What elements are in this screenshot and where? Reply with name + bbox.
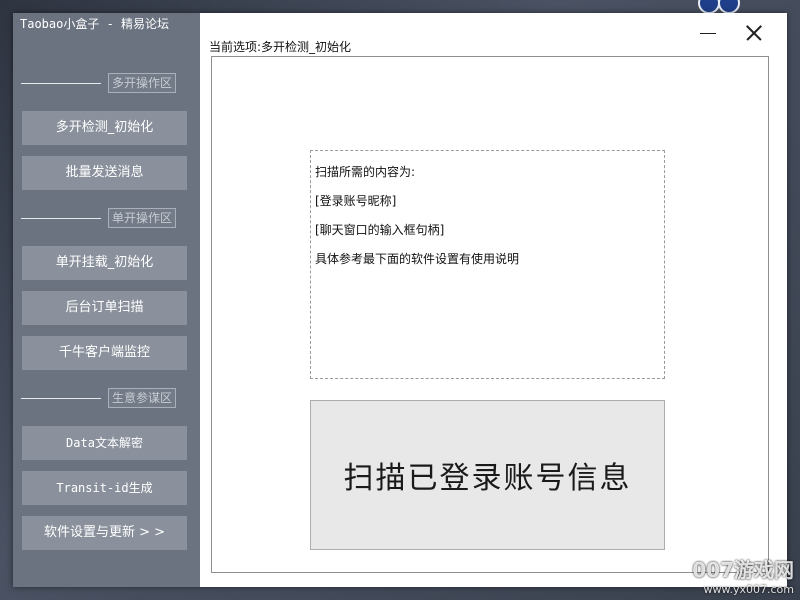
watermark-brand: 007游戏网 xyxy=(692,558,794,582)
decorative-eyes-icon xyxy=(696,0,740,14)
data-decrypt-button[interactable]: Data文本解密 xyxy=(22,426,187,460)
section-business: 生意参谋区 xyxy=(13,388,200,408)
app-window: Taobao小盒子 - 精易论坛 多开操作区 多开检测_初始化 批量发送消息 单… xyxy=(13,13,787,587)
close-icon[interactable] xyxy=(742,21,766,45)
section-label-single: 单开操作区 xyxy=(108,208,176,228)
watermark: 007游戏网 www.yx007.com xyxy=(692,554,794,596)
main-panel: 当前选项:多开检测_初始化 扫描所需的内容为: [登录账号昵称] [聊天窗口的输… xyxy=(200,13,787,587)
batch-send-message-button[interactable]: 批量发送消息 xyxy=(22,156,187,190)
qianniu-monitor-button[interactable]: 千牛客户端监控 xyxy=(22,336,187,370)
section-single: 单开操作区 xyxy=(13,208,200,228)
section-multi: 多开操作区 xyxy=(13,73,200,93)
app-title: Taobao小盒子 - 精易论坛 xyxy=(20,17,170,31)
current-tab-label: 当前选项:多开检测_初始化 xyxy=(209,40,352,54)
section-divider xyxy=(21,398,101,399)
info-line: [聊天窗口的输入框句柄] xyxy=(315,223,445,237)
section-label-multi: 多开操作区 xyxy=(108,73,176,93)
settings-update-button[interactable]: 软件设置与更新 > > xyxy=(22,516,187,550)
section-divider xyxy=(21,218,101,219)
transit-id-button[interactable]: Transit-id生成 xyxy=(22,471,187,505)
order-scan-button[interactable]: 后台订单扫描 xyxy=(22,291,187,325)
watermark-url: www.yx007.com xyxy=(703,583,794,596)
multi-detect-init-button[interactable]: 多开检测_初始化 xyxy=(22,111,187,145)
content-frame: 扫描所需的内容为: [登录账号昵称] [聊天窗口的输入框句柄] 具体参考最下面的… xyxy=(211,56,769,573)
sidebar: Taobao小盒子 - 精易论坛 多开操作区 多开检测_初始化 批量发送消息 单… xyxy=(13,13,200,587)
scan-accounts-button[interactable]: 扫描已登录账号信息 xyxy=(310,400,665,550)
info-line: 具体参考最下面的软件设置有使用说明 xyxy=(315,252,520,266)
info-line: [登录账号昵称] xyxy=(315,194,397,208)
minimize-icon[interactable] xyxy=(696,21,720,45)
info-box: 扫描所需的内容为: [登录账号昵称] [聊天窗口的输入框句柄] 具体参考最下面的… xyxy=(310,150,665,379)
info-line: 扫描所需的内容为: xyxy=(315,165,416,179)
section-label-business: 生意参谋区 xyxy=(108,388,176,408)
section-divider xyxy=(21,83,101,84)
single-mount-init-button[interactable]: 单开挂载_初始化 xyxy=(22,246,187,280)
